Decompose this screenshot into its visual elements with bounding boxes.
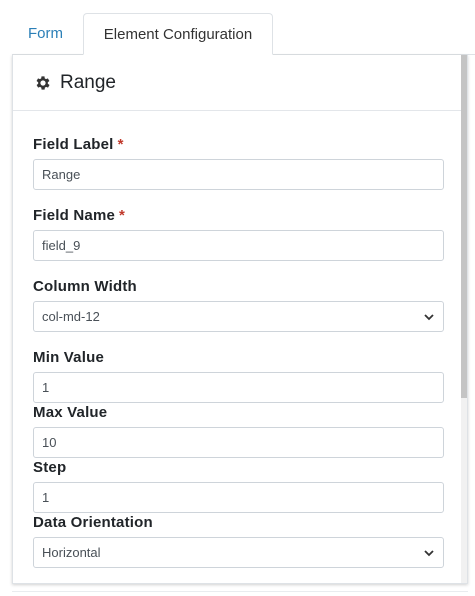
- step-label: Step: [33, 459, 67, 476]
- tab-form[interactable]: Form: [12, 13, 79, 55]
- gear-icon: [36, 75, 50, 90]
- tab-element-configuration[interactable]: Element Configuration: [83, 13, 273, 55]
- data-orientation-group: Data Orientation Horizontal: [33, 513, 444, 568]
- field-label-value: Range: [42, 167, 81, 182]
- config-panel: Range Field Label * Range Field Name * fie…: [12, 55, 468, 584]
- min-value-input[interactable]: 1: [33, 372, 444, 403]
- field-name-value: field_9: [42, 238, 81, 253]
- column-width-label: Column Width: [33, 278, 137, 295]
- data-orientation-select[interactable]: Horizontal: [33, 537, 444, 568]
- step-value: 1: [42, 490, 50, 505]
- max-value-value: 10: [42, 435, 57, 450]
- bottom-divider: [12, 591, 468, 592]
- required-mark: *: [119, 207, 126, 224]
- panel-title: Range: [60, 71, 116, 93]
- chevron-down-icon: [424, 549, 434, 556]
- panel-header: Range: [13, 55, 467, 111]
- min-value-value: 1: [42, 380, 50, 395]
- required-mark: *: [117, 136, 124, 153]
- step-input[interactable]: 1: [33, 482, 444, 513]
- data-orientation-label: Data Orientation: [33, 514, 153, 531]
- field-label-text: Field Label: [33, 136, 114, 153]
- max-value-input[interactable]: 10: [33, 427, 444, 458]
- step-group: Step 1: [33, 458, 444, 513]
- column-width-group: Column Width col-md-12: [33, 277, 444, 332]
- field-label-label: Field Label *: [33, 135, 444, 155]
- max-value-label: Max Value: [33, 404, 108, 421]
- data-orientation-value: Horizontal: [42, 545, 101, 560]
- field-name-text: Field Name: [33, 207, 116, 224]
- field-name-input[interactable]: field_9: [33, 230, 444, 261]
- field-label-input[interactable]: Range: [33, 159, 444, 190]
- max-value-group: Max Value 10: [33, 403, 444, 458]
- field-name-group: Field Name * field_9: [33, 206, 444, 261]
- scrollbar-track[interactable]: [461, 55, 467, 583]
- column-width-value: col-md-12: [42, 309, 100, 324]
- chevron-down-icon: [424, 313, 434, 320]
- min-value-label: Min Value: [33, 349, 104, 366]
- tab-bar: Form Element Configuration: [12, 13, 475, 55]
- column-width-select[interactable]: col-md-12: [33, 301, 444, 332]
- scrollbar-thumb[interactable]: [461, 55, 467, 398]
- min-value-group: Min Value 1: [33, 348, 444, 403]
- field-name-label: Field Name *: [33, 206, 444, 226]
- field-label-group: Field Label * Range: [33, 135, 444, 190]
